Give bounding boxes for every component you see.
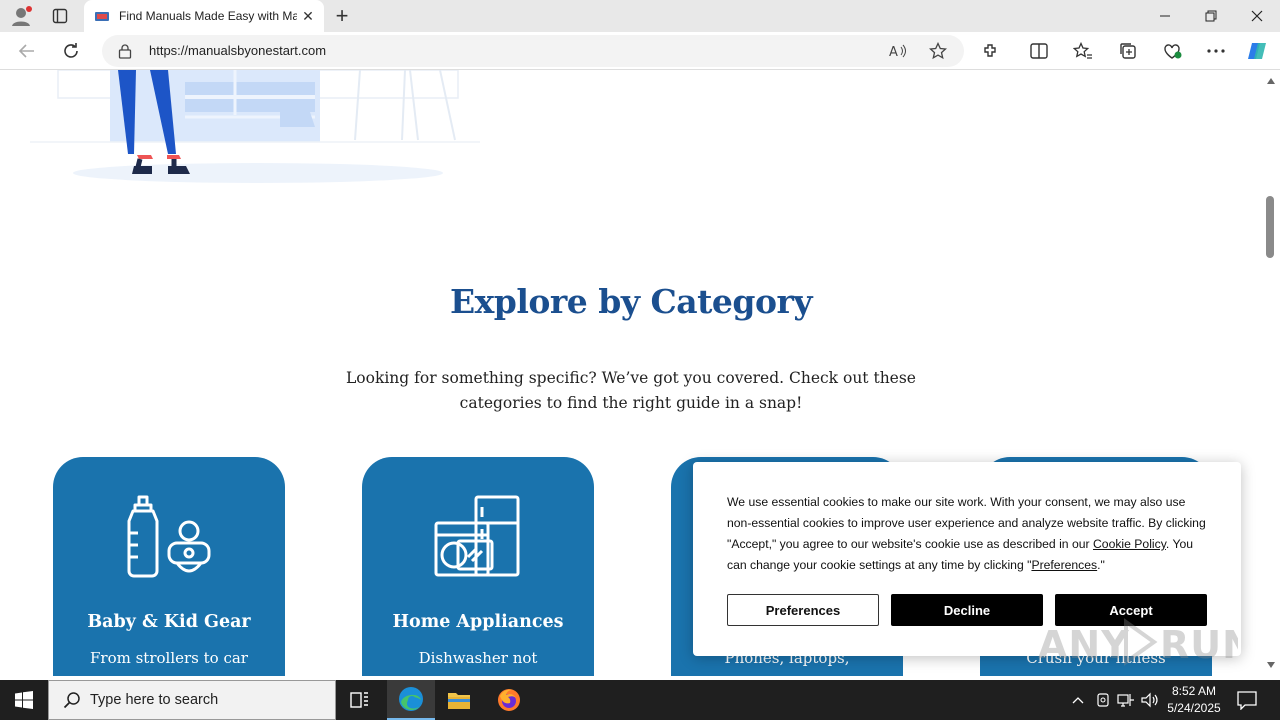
- tray-chevron-up-icon[interactable]: [1068, 690, 1088, 710]
- url-field[interactable]: https://manualsbyonestart.com A: [102, 35, 964, 67]
- close-window-icon[interactable]: [1234, 0, 1280, 32]
- category-card-desc: From strollers to car: [90, 649, 248, 667]
- extensions-icon[interactable]: [980, 41, 1002, 61]
- baby-bottle-pacifier-icon: [127, 495, 211, 578]
- file-explorer-icon[interactable]: [435, 680, 483, 720]
- minimize-icon[interactable]: [1142, 0, 1188, 32]
- volume-icon[interactable]: [1140, 690, 1160, 710]
- address-bar: https://manualsbyonestart.com A: [0, 32, 1280, 70]
- page-viewport: Explore by Category Looking for somethin…: [0, 70, 1262, 676]
- profile-icon[interactable]: [10, 5, 32, 27]
- category-card-title: Baby & Kid Gear: [87, 612, 251, 632]
- taskbar-clock[interactable]: 8:52 AM 5/24/2025: [1160, 683, 1228, 717]
- search-icon: [63, 692, 80, 709]
- browser-tab-bar: Find Manuals Made Easy with Ma ✕ +: [0, 0, 1280, 32]
- collections-icon[interactable]: [1117, 41, 1139, 61]
- tray-device-icon[interactable]: [1093, 690, 1113, 710]
- tab-actions-icon[interactable]: [48, 4, 72, 28]
- hero-illustration: [30, 70, 480, 183]
- network-icon[interactable]: [1116, 690, 1136, 710]
- tab-title: Find Manuals Made Easy with Ma: [119, 9, 297, 23]
- section-title: Explore by Category: [449, 282, 813, 321]
- clock-date: 5/24/2025: [1167, 701, 1221, 715]
- scroll-down-icon[interactable]: [1267, 662, 1275, 668]
- scroll-thumb[interactable]: [1266, 196, 1274, 258]
- more-menu-icon[interactable]: [1205, 41, 1227, 61]
- section-subtitle: Looking for something specific? We’ve go…: [346, 369, 916, 412]
- preferences-button[interactable]: Preferences: [727, 594, 879, 626]
- decline-button[interactable]: Decline: [891, 594, 1043, 626]
- tab-active[interactable]: Find Manuals Made Easy with Ma ✕: [84, 0, 324, 32]
- category-card-desc: Dishwasher not: [418, 649, 538, 667]
- category-card-home-appliances[interactable]: Home Appliances Dishwasher not: [362, 457, 594, 676]
- clock-time: 8:52 AM: [1171, 684, 1217, 698]
- site-favicon-icon: [95, 12, 109, 21]
- url-text[interactable]: https://manualsbyonestart.com: [149, 43, 326, 58]
- category-card-baby-kid-gear[interactable]: Baby & Kid Gear From strollers to car: [53, 457, 285, 676]
- tab-close-icon[interactable]: ✕: [300, 8, 316, 24]
- back-icon[interactable]: [14, 39, 40, 63]
- windows-start-icon[interactable]: [0, 680, 48, 720]
- cookie-text-part: .": [1097, 558, 1105, 572]
- new-tab-icon[interactable]: +: [330, 3, 354, 28]
- split-screen-icon[interactable]: [1028, 41, 1050, 61]
- cookie-message: We use essential cookies to make our sit…: [727, 492, 1213, 576]
- firefox-icon[interactable]: [485, 680, 533, 720]
- task-view-icon[interactable]: [336, 680, 384, 720]
- restore-icon[interactable]: [1188, 0, 1234, 32]
- notification-icon[interactable]: [1236, 690, 1258, 710]
- taskbar-search-box[interactable]: Type here to search: [48, 680, 336, 720]
- svg-text:RUN: RUN: [1160, 623, 1238, 667]
- scroll-up-icon[interactable]: [1267, 78, 1275, 84]
- preferences-link[interactable]: Preferences: [1031, 558, 1097, 572]
- category-card-title: Home Appliances: [392, 612, 564, 632]
- browser-essentials-icon[interactable]: [1161, 41, 1183, 61]
- copilot-icon[interactable]: [1246, 41, 1268, 61]
- svg-text:ANY: ANY: [1038, 623, 1130, 667]
- page-scrollbar[interactable]: [1262, 70, 1280, 676]
- windows-taskbar: Type here to search 8:52 AM 5/24/2025: [0, 680, 1280, 720]
- appliances-icon: [434, 495, 520, 577]
- svg-text:A: A: [889, 45, 898, 59]
- read-aloud-icon[interactable]: A: [888, 42, 908, 60]
- favorites-icon[interactable]: [1072, 41, 1094, 61]
- cookie-policy-link[interactable]: Cookie Policy: [1093, 537, 1166, 551]
- edge-browser-icon[interactable]: [387, 680, 435, 720]
- favorite-star-icon[interactable]: [928, 42, 948, 60]
- lock-icon[interactable]: [118, 43, 132, 59]
- refresh-icon[interactable]: [58, 39, 84, 63]
- search-placeholder: Type here to search: [90, 692, 219, 708]
- watermark-logo: ANY RUN: [1038, 616, 1254, 668]
